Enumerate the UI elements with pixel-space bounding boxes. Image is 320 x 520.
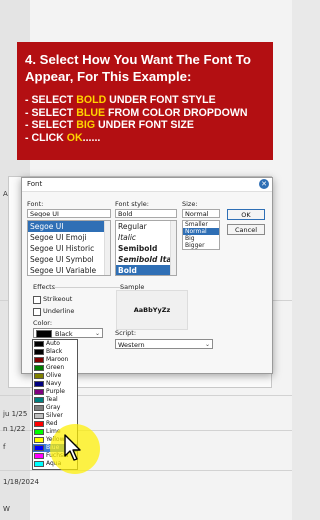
color-option-swatch	[34, 388, 44, 395]
size-input[interactable]: Normal	[182, 209, 220, 218]
color-option-swatch	[34, 380, 44, 387]
dialog-title: Font	[27, 180, 43, 188]
underline-checkbox[interactable]	[33, 308, 41, 316]
dialog-titlebar: Font ✕	[22, 178, 272, 192]
font-label: Font:	[27, 200, 44, 208]
color-option-swatch	[34, 428, 44, 435]
font-style-item[interactable]: Italic	[116, 232, 176, 243]
color-option[interactable]: Black	[33, 348, 77, 356]
close-icon[interactable]: ✕	[259, 179, 269, 189]
banner-steps: - SELECT BOLD UNDER FONT STYLE - SELECT …	[25, 94, 265, 144]
color-option[interactable]: Green	[33, 364, 77, 372]
effects-divider	[54, 287, 122, 288]
color-option-swatch	[34, 412, 44, 419]
pointer-cursor-icon	[64, 434, 81, 461]
color-option-swatch	[34, 364, 44, 371]
color-option[interactable]: Maroon	[33, 356, 77, 364]
color-option-swatch	[34, 396, 44, 403]
background-text: 1/18/2024	[3, 478, 39, 486]
font-list-item[interactable]: Segoe UI	[28, 221, 110, 232]
color-option-swatch	[34, 340, 44, 347]
banner-step: - SELECT BLUE FROM COLOR DROPDOWN	[25, 106, 248, 119]
chevron-down-icon: ⌄	[204, 341, 210, 348]
banner-title: 4. Select How You Want The Font To Appea…	[25, 52, 251, 84]
font-input[interactable]: Segoe UI	[27, 209, 111, 218]
font-style-item[interactable]: Regular	[116, 221, 176, 232]
color-swatch	[36, 330, 52, 338]
color-select[interactable]: Black ⌄	[33, 328, 103, 338]
color-value: Black	[55, 330, 73, 338]
font-list-item[interactable]: Segoe UI Historic	[28, 243, 110, 254]
size-list-item[interactable]: Smaller	[183, 221, 219, 228]
size-list[interactable]: Smaller Normal Big Bigger	[182, 220, 220, 250]
font-list-item[interactable]: Segoe UI Variable	[28, 265, 110, 275]
font-style-label: Font style:	[115, 200, 149, 208]
font-style-scrollbar[interactable]	[170, 221, 176, 275]
chevron-down-icon: ⌄	[94, 330, 100, 337]
background-text: ju 1/25	[3, 410, 28, 418]
color-option-swatch	[34, 444, 44, 451]
background-divider	[0, 470, 292, 471]
sample-preview: AaBbYyZz	[116, 290, 188, 330]
size-list-item[interactable]: Bigger	[183, 242, 219, 249]
strikeout-checkbox[interactable]	[33, 296, 41, 304]
banner-step: - SELECT BOLD UNDER FONT STYLE	[25, 94, 216, 106]
strikeout-label: Strikeout	[43, 295, 73, 303]
color-option[interactable]: Purple	[33, 388, 77, 396]
color-option[interactable]: Auto	[33, 340, 77, 348]
color-option-swatch	[34, 460, 44, 467]
font-style-list[interactable]: Regular Italic Semibold Semibold Italic …	[115, 220, 177, 276]
ok-button[interactable]: OK	[227, 209, 265, 220]
color-option-swatch	[34, 372, 44, 379]
font-list-item[interactable]: Segoe UI Emoji	[28, 232, 110, 243]
color-option-swatch	[34, 348, 44, 355]
font-style-item[interactable]: Bold	[116, 265, 176, 275]
color-option[interactable]: Silver	[33, 412, 77, 420]
color-option-swatch	[34, 436, 44, 443]
color-option-swatch	[34, 420, 44, 427]
color-option[interactable]: Olive	[33, 372, 77, 380]
size-label: Size:	[182, 200, 198, 208]
color-label: Color:	[33, 319, 53, 327]
color-option-swatch	[34, 356, 44, 363]
color-option-swatch	[34, 404, 44, 411]
script-select[interactable]: Western ⌄	[115, 339, 213, 349]
background-text: W	[3, 505, 10, 513]
size-list-item[interactable]: Big	[183, 235, 219, 242]
banner-step: - CLICK OK......	[25, 131, 101, 144]
color-option[interactable]: Navy	[33, 380, 77, 388]
color-option[interactable]: Gray	[33, 404, 77, 412]
font-style-input[interactable]: Bold	[115, 209, 177, 218]
background-text: n 1/22	[3, 425, 26, 433]
font-list[interactable]: Segoe UI Segoe UI Emoji Segoe UI Histori…	[27, 220, 111, 276]
effects-label: Effects	[33, 283, 56, 291]
underline-label: Underline	[43, 307, 75, 315]
cancel-button[interactable]: Cancel	[227, 224, 265, 235]
instruction-banner: 4. Select How You Want The Font To Appea…	[17, 42, 273, 160]
banner-step: - SELECT BIG UNDER FONT SIZE	[25, 119, 194, 131]
font-style-item[interactable]: Semibold Italic	[116, 254, 176, 265]
color-option-swatch	[34, 452, 44, 459]
script-value: Western	[118, 341, 145, 349]
background-text: f	[3, 443, 6, 451]
font-style-item[interactable]: Semibold	[116, 243, 176, 254]
script-label: Script:	[115, 329, 137, 337]
font-list-scrollbar[interactable]	[104, 221, 110, 275]
color-option[interactable]: Teal	[33, 396, 77, 404]
font-list-item[interactable]: Segoe UI Symbol	[28, 254, 110, 265]
size-list-item[interactable]: Normal	[183, 228, 219, 235]
